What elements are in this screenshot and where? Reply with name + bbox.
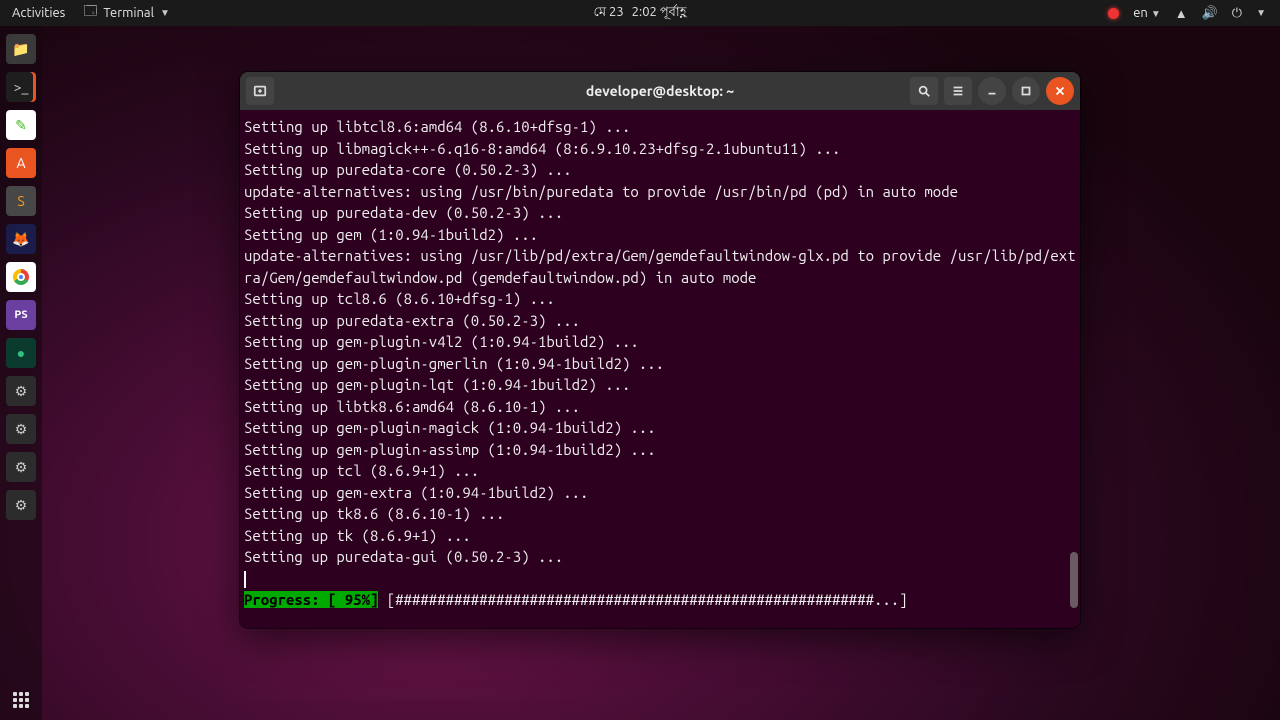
power-icon[interactable]: ⏻ bbox=[1232, 6, 1242, 21]
terminal-line: Setting up puredata-extra (0.50.2-3) ... bbox=[244, 310, 1076, 332]
dock-files[interactable]: 📁 bbox=[6, 34, 36, 64]
chevron-down-icon: ▼ bbox=[1151, 8, 1161, 19]
new-tab-icon bbox=[253, 84, 267, 98]
show-applications-button[interactable] bbox=[0, 692, 42, 708]
dock-terminal[interactable]: >_ bbox=[6, 72, 36, 102]
terminal-line: Setting up gem-plugin-gmerlin (1:0.94-1b… bbox=[244, 353, 1076, 375]
dock-firefox[interactable]: 🦊 bbox=[6, 224, 36, 254]
terminal-line: Setting up gem (1:0.94-1build2) ... bbox=[244, 224, 1076, 246]
search-icon bbox=[917, 84, 931, 98]
dock-sublime[interactable]: S bbox=[6, 186, 36, 216]
screen-record-indicator[interactable] bbox=[1108, 8, 1119, 19]
terminal-line: Setting up gem-plugin-assimp (1:0.94-1bu… bbox=[244, 439, 1076, 461]
app-menu-label: Terminal bbox=[103, 6, 154, 20]
close-icon bbox=[1053, 84, 1067, 98]
progress-label: Progress: [ 95%] bbox=[244, 591, 378, 608]
terminal-line: Setting up gem-extra (1:0.94-1build2) ..… bbox=[244, 482, 1076, 504]
terminal-line: Setting up puredata-core (0.50.2-3) ... bbox=[244, 159, 1076, 181]
terminal-line: Setting up gem-plugin-lqt (1:0.94-1build… bbox=[244, 374, 1076, 396]
terminal-line: Setting up libmagick++-6.q16-8:amd64 (8:… bbox=[244, 138, 1076, 160]
clock-date: মে 23 bbox=[594, 3, 624, 24]
apps-grid-icon bbox=[13, 692, 29, 708]
terminal-line: Setting up libtcl8.6:amd64 (8.6.10+dfsg-… bbox=[244, 116, 1076, 138]
dock-chrome[interactable] bbox=[6, 262, 36, 292]
volume-icon[interactable]: 🔊 bbox=[1202, 6, 1218, 21]
window-titlebar[interactable]: developer@desktop: ~ bbox=[240, 72, 1080, 110]
progress-bar: [#######################################… bbox=[378, 591, 916, 608]
clock-time: 2:02 পূর্বাহ্ণ bbox=[632, 3, 687, 24]
dock: 📁 >_ ✎ A S 🦊 PS ● ⚙ ⚙ ⚙ ⚙ bbox=[0, 26, 42, 720]
dock-phpstorm[interactable]: PS bbox=[6, 300, 36, 330]
terminal-line: Setting up puredata-gui (0.50.2-3) ... bbox=[244, 546, 1076, 568]
minimize-button[interactable] bbox=[978, 77, 1006, 105]
clock[interactable]: মে 23 2:02 পূর্বাহ্ণ bbox=[594, 3, 687, 24]
hamburger-icon bbox=[951, 84, 965, 98]
input-language[interactable]: en ▼ bbox=[1133, 6, 1161, 20]
terminal-line: Setting up gem-plugin-magick (1:0.94-1bu… bbox=[244, 417, 1076, 439]
scrollbar-thumb[interactable] bbox=[1070, 552, 1078, 608]
terminal-line: Setting up tk8.6 (8.6.10-1) ... bbox=[244, 503, 1076, 525]
terminal-line: Setting up tcl (8.6.9+1) ... bbox=[244, 460, 1076, 482]
terminal-small-icon: 🗔 bbox=[83, 2, 97, 24]
top-panel: Activities 🗔 Terminal ▼ মে 23 2:02 পূর্ব… bbox=[0, 0, 1280, 26]
terminal-line: Setting up puredata-dev (0.50.2-3) ... bbox=[244, 202, 1076, 224]
terminal-line: update-alternatives: using /usr/lib/pd/e… bbox=[244, 245, 1076, 288]
minimize-icon bbox=[985, 84, 999, 98]
terminal-output[interactable]: Setting up libtcl8.6:amd64 (8.6.10+dfsg-… bbox=[240, 110, 1080, 628]
activities-button[interactable]: Activities bbox=[12, 6, 65, 20]
app-menu[interactable]: 🗔 Terminal ▼ bbox=[83, 2, 170, 24]
maximize-icon bbox=[1019, 84, 1033, 98]
terminal-scrollbar[interactable] bbox=[1068, 110, 1078, 628]
maximize-button[interactable] bbox=[1012, 77, 1040, 105]
dock-app-2[interactable]: ⚙ bbox=[6, 414, 36, 444]
dock-app-4[interactable]: ⚙ bbox=[6, 490, 36, 520]
terminal-line: Setting up tk (8.6.9+1) ... bbox=[244, 525, 1076, 547]
window-title: developer@desktop: ~ bbox=[586, 83, 734, 99]
dock-gedit[interactable]: ✎ bbox=[6, 110, 36, 140]
new-tab-button[interactable] bbox=[246, 77, 274, 105]
dock-green-app[interactable]: ● bbox=[6, 338, 36, 368]
search-button[interactable] bbox=[910, 77, 938, 105]
terminal-line: update-alternatives: using /usr/bin/pure… bbox=[244, 181, 1076, 203]
dock-app-3[interactable]: ⚙ bbox=[6, 452, 36, 482]
chevron-down-icon[interactable]: ▼ bbox=[1256, 7, 1266, 19]
close-button[interactable] bbox=[1046, 77, 1074, 105]
menu-button[interactable] bbox=[944, 77, 972, 105]
terminal-line: Setting up libtk8.6:amd64 (8.6.10-1) ... bbox=[244, 396, 1076, 418]
apt-progress-line: Progress: [ 95%] [######################… bbox=[244, 589, 1076, 611]
terminal-window: developer@desktop: ~ Setting up libtcl8.… bbox=[240, 72, 1080, 628]
terminal-line: Setting up tcl8.6 (8.6.10+dfsg-1) ... bbox=[244, 288, 1076, 310]
terminal-line: Setting up gem-plugin-v4l2 (1:0.94-1buil… bbox=[244, 331, 1076, 353]
chevron-down-icon: ▼ bbox=[160, 7, 170, 19]
terminal-cursor bbox=[244, 571, 246, 588]
chrome-icon bbox=[13, 269, 29, 285]
wifi-icon[interactable]: ▲ bbox=[1175, 6, 1188, 21]
dock-software[interactable]: A bbox=[6, 148, 36, 178]
dock-app-1[interactable]: ⚙ bbox=[6, 376, 36, 406]
